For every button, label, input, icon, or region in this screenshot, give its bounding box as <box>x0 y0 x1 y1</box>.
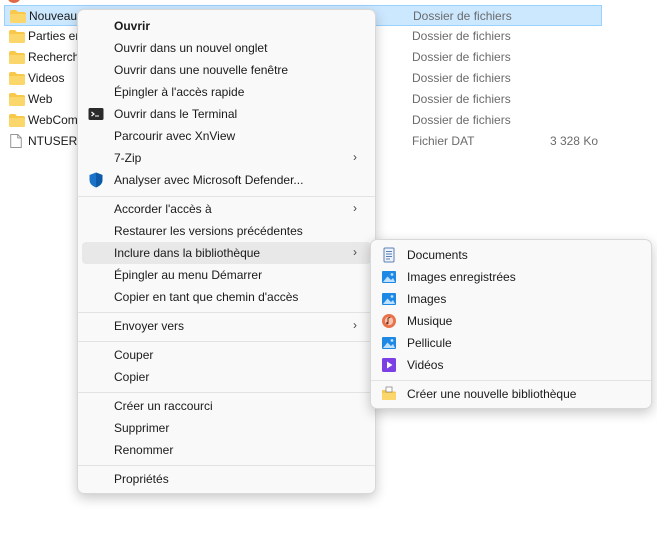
menu-item-include-library[interactable]: Inclure dans la bibliothèque › <box>82 242 371 264</box>
menu-item-label: Ouvrir dans le Terminal <box>114 107 238 121</box>
library-item-saved-pictures[interactable]: Images enregistrées <box>375 266 647 288</box>
menu-item-label: Analyser avec Microsoft Defender... <box>114 173 304 187</box>
folder-icon <box>10 10 26 23</box>
music-icon <box>382 314 396 328</box>
menu-item-label: Copier <box>114 370 150 384</box>
chevron-right-icon: › <box>353 318 357 332</box>
menu-separator <box>78 465 375 466</box>
menu-item-label: Inclure dans la bibliothèque <box>114 246 261 260</box>
menu-item-label: Supprimer <box>114 421 170 435</box>
library-item-music[interactable]: Musique <box>375 310 647 332</box>
library-item-label: Pellicule <box>407 336 452 350</box>
documents-icon <box>383 247 395 263</box>
menu-separator <box>78 196 375 197</box>
file-name: Parties er <box>28 29 80 43</box>
library-item-videos[interactable]: Vidéos <box>375 354 647 376</box>
menu-item-label: Restaurer les versions précédentes <box>114 224 303 238</box>
menu-item-open-new-tab[interactable]: Ouvrir dans un nouvel onglet <box>82 37 371 59</box>
library-item-label: Documents <box>407 248 468 262</box>
file-name: Videos <box>28 71 65 85</box>
file-type: Dossier de fichiers <box>412 113 511 127</box>
menu-item-label: Accorder l'accès à <box>114 202 212 216</box>
file-type: Fichier DAT <box>412 134 475 148</box>
folder-icon <box>9 114 25 127</box>
file-icon <box>10 134 22 148</box>
library-item-documents[interactable]: Documents <box>375 244 647 266</box>
chevron-right-icon: › <box>353 201 357 215</box>
menu-item-scan-defender[interactable]: Analyser avec Microsoft Defender... <box>82 169 371 191</box>
folder-icon <box>9 72 25 85</box>
menu-item-restore-versions[interactable]: Restaurer les versions précédentes <box>82 220 371 242</box>
file-name: WebCom <box>28 113 78 127</box>
menu-item-give-access[interactable]: Accorder l'accès à › <box>82 198 371 220</box>
library-item-new-library[interactable]: Créer une nouvelle bibliothèque <box>375 383 647 405</box>
context-menu: Ouvrir Ouvrir dans un nouvel onglet Ouvr… <box>77 9 376 494</box>
menu-item-pin-quick-access[interactable]: Épingler à l'accès rapide <box>82 81 371 103</box>
videos-icon <box>382 358 396 372</box>
menu-item-copy[interactable]: Copier <box>82 366 371 388</box>
menu-item-label: Envoyer vers <box>114 319 185 333</box>
camera-roll-icon <box>382 337 396 349</box>
menu-item-properties[interactable]: Propriétés <box>82 468 371 490</box>
menu-item-7zip[interactable]: 7-Zip › <box>82 147 371 169</box>
menu-item-label: Propriétés <box>114 472 169 486</box>
library-item-camera-roll[interactable]: Pellicule <box>375 332 647 354</box>
file-size: 3 328 Ko <box>549 134 598 148</box>
file-type: Dossier de fichiers <box>412 50 511 64</box>
menu-item-label: Parcourir avec XnView <box>114 129 236 143</box>
chevron-right-icon: › <box>353 245 357 259</box>
menu-item-label: Ouvrir dans une nouvelle fenêtre <box>114 63 289 77</box>
menu-item-label: Couper <box>114 348 154 362</box>
file-name: Web <box>28 92 53 106</box>
terminal-icon <box>88 108 104 120</box>
menu-item-cut[interactable]: Couper <box>82 344 371 366</box>
library-item-label: Images <box>407 292 447 306</box>
file-name: Nouveau <box>29 9 78 23</box>
menu-item-label: Épingler à l'accès rapide <box>114 85 245 99</box>
partial-app-icon <box>8 0 20 3</box>
file-type: Dossier de fichiers <box>412 29 511 43</box>
menu-item-pin-start[interactable]: Épingler au menu Démarrer <box>82 264 371 286</box>
library-item-label: Musique <box>407 314 453 328</box>
file-type: Dossier de fichiers <box>412 71 511 85</box>
menu-item-open[interactable]: Ouvrir <box>82 15 371 37</box>
menu-item-label: Ouvrir <box>114 19 151 33</box>
library-item-label: Créer une nouvelle bibliothèque <box>407 387 577 401</box>
menu-separator <box>78 312 375 313</box>
menu-item-delete[interactable]: Supprimer <box>82 417 371 439</box>
library-item-pictures[interactable]: Images <box>375 288 647 310</box>
menu-item-label: Créer un raccourci <box>114 399 213 413</box>
folder-icon <box>9 51 25 64</box>
menu-separator <box>78 392 375 393</box>
menu-item-label: Épingler au menu Démarrer <box>114 268 263 282</box>
menu-item-send-to[interactable]: Envoyer vers › <box>82 315 371 337</box>
file-name: Recherch <box>28 50 80 64</box>
menu-item-create-shortcut[interactable]: Créer un raccourci <box>82 395 371 417</box>
menu-item-label: 7-Zip <box>114 151 142 165</box>
menu-item-copy-path[interactable]: Copier en tant que chemin d'accès <box>82 286 371 308</box>
menu-separator <box>371 380 651 381</box>
chevron-right-icon: › <box>353 150 357 164</box>
library-item-label: Images enregistrées <box>407 270 516 284</box>
library-submenu: Documents Images enregistrées Images Mus… <box>370 239 652 409</box>
menu-item-label: Ouvrir dans un nouvel onglet <box>114 41 268 55</box>
folder-icon <box>9 93 25 106</box>
file-type: Dossier de fichiers <box>413 9 512 23</box>
menu-item-rename[interactable]: Renommer <box>82 439 371 461</box>
pictures-icon <box>382 271 396 283</box>
menu-item-open-terminal[interactable]: Ouvrir dans le Terminal <box>82 103 371 125</box>
menu-separator <box>78 341 375 342</box>
pictures-icon <box>382 293 396 305</box>
folder-icon <box>9 30 25 43</box>
menu-item-open-new-window[interactable]: Ouvrir dans une nouvelle fenêtre <box>82 59 371 81</box>
shield-icon <box>89 172 103 188</box>
menu-item-browse-xnview[interactable]: Parcourir avec XnView <box>82 125 371 147</box>
menu-item-label: Renommer <box>114 443 174 457</box>
new-library-icon <box>382 386 396 400</box>
file-type: Dossier de fichiers <box>412 92 511 106</box>
menu-item-label: Copier en tant que chemin d'accès <box>114 290 299 304</box>
library-item-label: Vidéos <box>407 358 444 372</box>
